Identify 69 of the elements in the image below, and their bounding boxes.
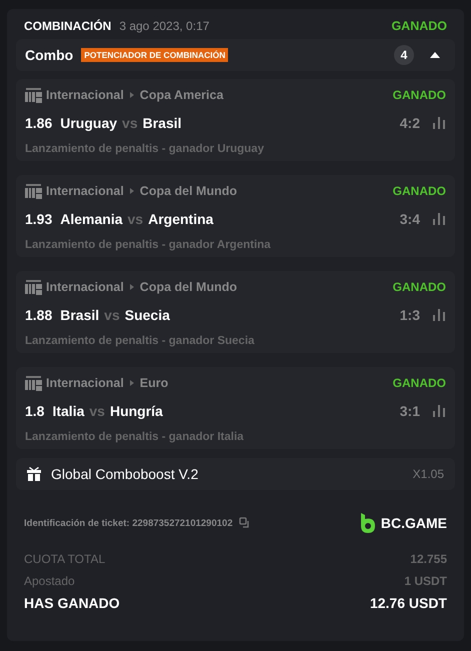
league-logo-icon [25,88,42,102]
versus-label: vs [128,211,144,227]
brand-name: BC.GAME [380,515,447,531]
summary-label: CUOTA TOTAL [24,552,106,566]
copy-icon[interactable] [238,517,251,529]
away-team: Argentina [148,211,214,227]
leg-status: GANADO [392,376,446,390]
bet-type: COMBINACIÓN [24,19,112,33]
boost-multiplier: X1.05 [412,467,444,481]
combo-header[interactable]: Combo POTENCIADOR DE COMBINACIÓN 4 [16,39,455,71]
league-path: Internacional [46,280,124,294]
market-label: Lanzamiento de penaltis - ganador Argentina [25,239,272,251]
stats-icon[interactable] [433,117,446,129]
home-team: Brasil [60,307,100,323]
away-team: Suecia [124,307,170,323]
ticket-id: Identificación de ticket: 2298735272101290102 [24,518,233,528]
bet-date: 3 ago 2023, 0:17 [119,19,210,33]
leg-odds: 1.93 [25,211,52,227]
leg-count: 4 [394,45,414,65]
away-team: Brasil [142,115,182,131]
combo-label: Combo [25,47,74,63]
match-score: 3:1 [400,403,420,419]
league-logo-icon [25,184,42,198]
stats-icon[interactable] [433,213,446,225]
league-path: Internacional [46,88,124,102]
league-path: Internacional [46,376,124,390]
match-score: 4:2 [400,115,420,131]
home-team: Uruguay [60,115,118,131]
summary-value: 12.76 USDT [370,595,447,611]
versus-label: vs [89,403,105,419]
boost-name: Global Comboboost V.2 [51,466,198,482]
match-score: 1:3 [400,307,420,323]
league-logo-icon [25,376,42,390]
leg-status: GANADO [392,280,446,294]
gift-icon [27,467,41,481]
leg-odds: 1.8 [25,403,44,419]
bet-status: GANADO [391,19,447,33]
leg-odds: 1.88 [25,307,52,323]
caret-icon[interactable] [430,52,440,58]
boost-badge: POTENCIADOR DE COMBINACIÓN [81,48,228,62]
chevron-icon [128,283,136,291]
away-team: Hungría [110,403,163,419]
tournament-name: Copa America [140,88,224,102]
match-score: 3:4 [400,211,420,227]
leg-odds: 1.86 [25,115,52,131]
summary-label: HAS GANADO [24,595,120,611]
tournament-name: Copa del Mundo [140,280,238,294]
summary-label: Apostado [24,574,75,588]
summary-value: 1 USDT [404,574,447,588]
home-team: Alemania [60,211,122,227]
league-logo-icon [25,280,42,294]
market-label: Lanzamiento de penaltis - ganador Italia [25,431,245,443]
leg-status: GANADO [392,184,446,198]
home-team: Italia [52,403,84,419]
chevron-icon [128,187,136,195]
leg-status: GANADO [392,88,446,102]
chevron-icon [128,379,136,387]
summary-value: 12.755 [410,552,447,566]
tournament-name: Copa del Mundo [140,184,238,198]
tournament-name: Euro [140,376,168,390]
market-label: Lanzamiento de penaltis - ganador Uruguay [25,143,265,155]
stats-icon[interactable] [433,309,446,321]
stats-icon[interactable] [433,405,446,417]
league-path: Internacional [46,184,124,198]
versus-label: vs [104,307,120,323]
chevron-icon [128,91,136,99]
market-label: Lanzamiento de penaltis - ganador Suecia [25,335,256,347]
brand-logo-icon [360,513,375,533]
versus-label: vs [122,115,138,131]
